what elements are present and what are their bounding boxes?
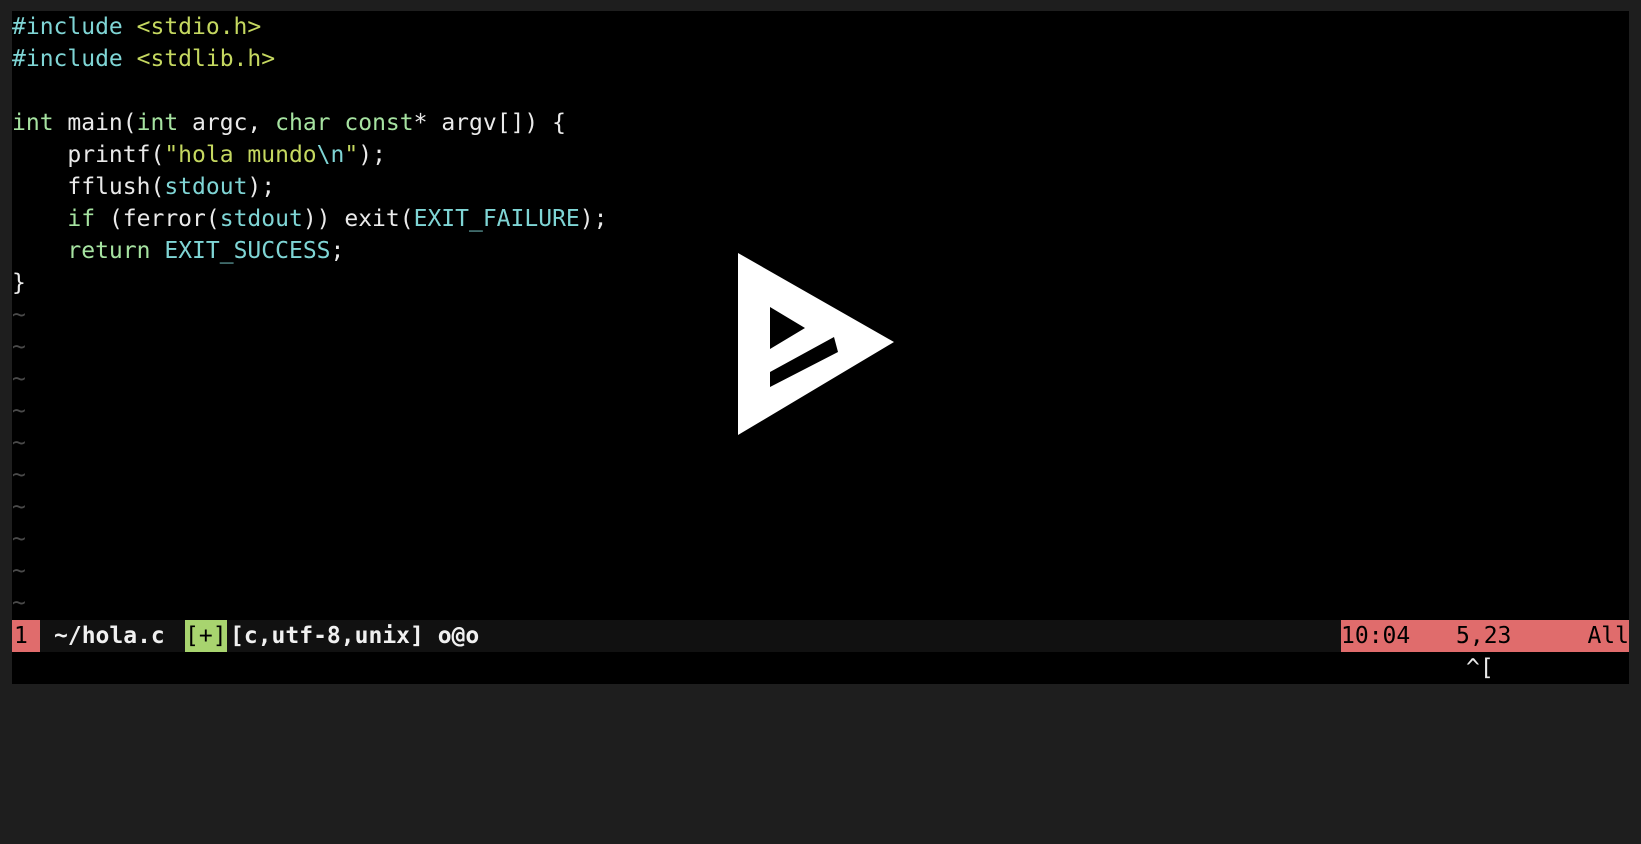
- command-line: ^[: [1466, 655, 1494, 681]
- code-token: )) exit(: [302, 206, 414, 232]
- file-info: [c,utf-8,unix] o@o: [230, 623, 480, 649]
- empty-line-tilde: ~: [12, 302, 26, 328]
- modified-flag: [+]: [185, 620, 227, 652]
- code-line: }: [12, 267, 26, 299]
- code-token: argc,: [178, 110, 276, 136]
- code-token: #include: [12, 14, 137, 40]
- code-line: int main(int argc, char const* argv[]) {: [12, 107, 566, 139]
- empty-line-tilde: ~: [12, 430, 26, 456]
- empty-line-tilde: ~: [12, 494, 26, 520]
- code-token: );: [247, 174, 276, 200]
- cursor-position: 5,23: [1456, 623, 1512, 649]
- buffer-number: 1: [12, 620, 40, 652]
- file-path: ~/hola.c: [54, 623, 165, 649]
- code-token: "hola mundo: [164, 142, 317, 168]
- code-line: if (ferror(stdout)) exit(EXIT_FAILURE);: [12, 203, 607, 235]
- code-token: int: [136, 110, 179, 136]
- code-token: EXIT_FAILURE: [413, 206, 580, 232]
- status-line: 1 ~/hola.c [+] [c,utf-8,unix] o@o 10:04 …: [12, 620, 1629, 652]
- code-token: <stdlib.h>: [136, 46, 276, 72]
- code-line: return EXIT_SUCCESS;: [12, 235, 344, 267]
- code-line: #include <stdio.h>: [12, 11, 261, 43]
- empty-line-tilde: ~: [12, 366, 26, 392]
- status-time: 10:04: [1341, 623, 1411, 649]
- code-line: #include <stdlib.h>: [12, 43, 275, 75]
- code-token: #include: [12, 46, 137, 72]
- code-token: }: [12, 270, 26, 296]
- code-token: ;: [330, 238, 345, 264]
- code-token: return: [67, 238, 151, 264]
- code-token: EXIT_SUCCESS: [164, 238, 331, 264]
- empty-line-tilde: ~: [12, 398, 26, 424]
- empty-line-tilde: ~: [12, 558, 26, 584]
- asciinema-play-icon[interactable]: [726, 245, 896, 445]
- code-token: char: [275, 110, 331, 136]
- code-token: \n: [316, 142, 345, 168]
- code-token: (ferror(: [95, 206, 220, 232]
- code-token: <stdio.h>: [136, 14, 262, 40]
- empty-line-tilde: ~: [12, 590, 26, 616]
- code-token: const: [344, 110, 414, 136]
- code-token: );: [358, 142, 386, 168]
- empty-line-tilde: ~: [12, 462, 26, 488]
- code-token: printf(: [12, 142, 165, 168]
- code-token: stdout: [164, 174, 248, 200]
- code-token: if: [67, 206, 96, 232]
- code-token: fflush(: [12, 174, 165, 200]
- code-token: main(: [53, 110, 137, 136]
- code-token: ": [344, 142, 359, 168]
- empty-line-tilde: ~: [12, 334, 26, 360]
- code-token: * argv[]) {: [413, 110, 566, 136]
- code-line: fflush(stdout);: [12, 171, 275, 203]
- code-token: stdout: [219, 206, 303, 232]
- code-line: printf("hola mundo\n");: [12, 139, 386, 171]
- scroll-indicator: All: [1587, 623, 1629, 649]
- code-token: int: [12, 110, 54, 136]
- empty-line-tilde: ~: [12, 526, 26, 552]
- code-token: );: [579, 206, 608, 232]
- status-right-section: 10:04 5,23 All: [1341, 620, 1629, 652]
